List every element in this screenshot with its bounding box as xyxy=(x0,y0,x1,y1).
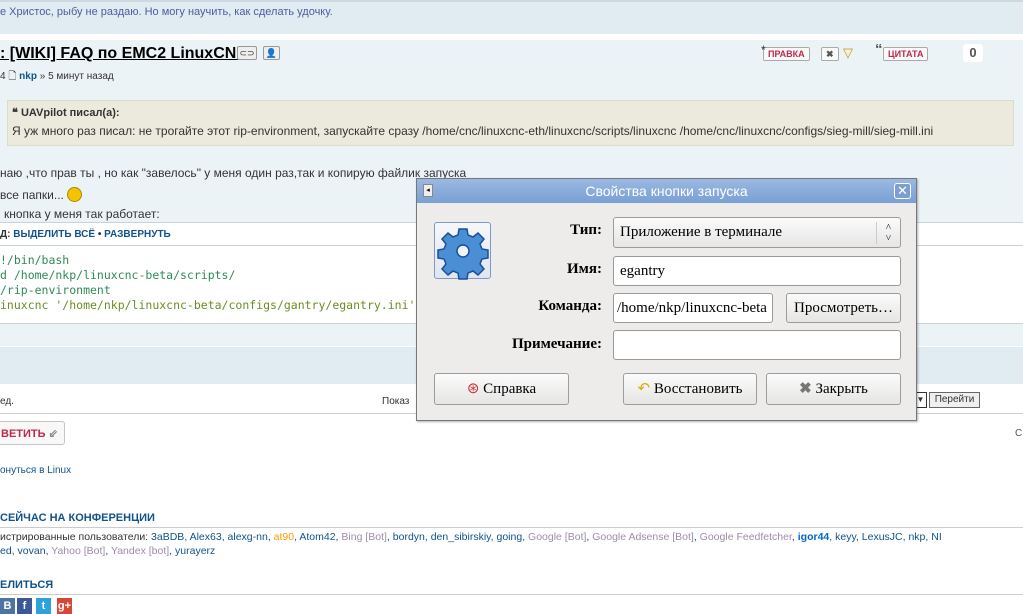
dialog-title: Свойства кнопки запуска xyxy=(585,183,748,199)
code-line: !/bin/bash xyxy=(0,253,70,267)
quote-mark-icon: “ xyxy=(875,41,883,58)
post-meta: 4 🗋 nkp » 5 минут назад xyxy=(0,71,114,82)
online-user-link[interactable]: igor44 xyxy=(798,531,830,543)
online-user-link[interactable]: Atom42 xyxy=(299,531,335,543)
online-user-link[interactable]: keyy xyxy=(835,531,856,543)
online-user-link[interactable]: alexg-nn xyxy=(228,531,268,543)
code-line: /rip-environment xyxy=(0,283,111,297)
revert-button[interactable]: ↶ Восстановить xyxy=(623,373,757,405)
window-menu-icon[interactable]: ◂ xyxy=(423,184,433,197)
post-line: наю ,что прав ты , но как "завелось" у м… xyxy=(0,166,467,180)
online-user-link[interactable]: Bing [Bot] xyxy=(341,531,387,543)
online-user-link[interactable]: Google Feedfetcher xyxy=(700,531,792,543)
online-users-line: истрированные пользователи: 3aBDB, Alex6… xyxy=(0,531,942,543)
help-icon: ⊛ xyxy=(466,381,480,397)
online-user-link[interactable]: den_sibirskiy xyxy=(431,531,491,543)
updown-icon: ˄ ˅ xyxy=(876,222,900,244)
footer-text: ед. xyxy=(0,396,14,407)
command-input[interactable]: /home/nkp/linuxcnc-beta xyxy=(613,293,773,323)
vk-share-icon[interactable]: В xyxy=(0,598,15,614)
return-link[interactable]: онуться в Linux xyxy=(0,465,71,476)
online-user-link[interactable]: yurayerz xyxy=(175,545,215,557)
browse-button[interactable]: Просмотреть… xyxy=(786,293,901,323)
edit-button[interactable]: ПРАВКА xyxy=(763,47,810,61)
expand-link[interactable]: РАЗВЕРНУТЬ xyxy=(104,229,171,240)
window-close-icon[interactable]: ✕ xyxy=(894,183,911,199)
post-line: все папки... xyxy=(0,187,83,202)
quote-mark-icon: ❝ xyxy=(12,107,21,119)
online-heading: СЕЙЧАС НА КОНФЕРЕНЦИИ xyxy=(0,512,155,524)
online-users-line: ed, vovan, Yahoo [Bot], Yandex [bot], yu… xyxy=(0,545,216,557)
launcher-properties-dialog: Свойства кнопки запуска ◂ ✕ Тип: Приложе… xyxy=(416,178,917,421)
user-icon[interactable]: 👤 xyxy=(263,46,280,60)
online-user-link[interactable]: nkp xyxy=(908,531,925,543)
quote-button[interactable]: ЦИТАТА xyxy=(883,47,929,61)
quote-text: Я уж много раз писал: не трогайте этот r… xyxy=(12,124,934,138)
help-button[interactable]: ⊛ Справка xyxy=(434,373,569,405)
online-user-link[interactable]: Yahoo [Bot] xyxy=(51,545,105,557)
comment-label: Примечание: xyxy=(511,336,602,352)
online-user-link[interactable]: at90 xyxy=(274,531,294,543)
online-user-link[interactable]: vovan xyxy=(18,545,46,557)
right-link[interactable]: С xyxy=(1015,428,1022,439)
select-all-link[interactable]: ВЫДЕЛИТЬ ВСЁ xyxy=(13,229,95,240)
dialog-titlebar[interactable]: Свойства кнопки запуска xyxy=(417,179,916,203)
online-user-link[interactable]: 3aBDB xyxy=(151,531,184,543)
post-line: кнопка у меня так работает: xyxy=(4,207,160,221)
online-user-link[interactable]: ed xyxy=(0,545,12,557)
googleplus-share-icon[interactable]: g+ xyxy=(57,598,72,614)
author-link[interactable]: nkp xyxy=(19,71,37,82)
link-icon[interactable]: ⊂⊃ xyxy=(237,46,257,60)
comment-input[interactable] xyxy=(613,330,901,360)
share-heading: ЕЛИТЬСЯ xyxy=(0,579,54,591)
facebook-share-icon[interactable]: f xyxy=(17,598,32,614)
name-label: Имя: xyxy=(567,261,602,277)
code-line: inuxcnc '/home/nkp/linuxcnc-beta/configs… xyxy=(0,298,416,312)
online-user-link[interactable]: Google [Bot] xyxy=(528,531,586,543)
post-icon: 🗋 xyxy=(8,71,17,82)
online-user-link[interactable]: Alex63 xyxy=(190,531,222,543)
command-label: Команда: xyxy=(538,298,602,314)
show-label: Показ xyxy=(382,396,410,407)
online-user-link[interactable]: bordyn xyxy=(393,531,425,543)
twitter-share-icon[interactable]: t xyxy=(36,598,51,614)
close-button[interactable]: ✖ Закрыть xyxy=(766,373,901,405)
revert-icon: ↶ xyxy=(637,381,651,397)
report-icon[interactable]: ▽ xyxy=(843,45,853,61)
delete-icon[interactable]: ✖ xyxy=(821,47,839,61)
asterisk-icon: * xyxy=(761,43,766,57)
divider xyxy=(0,594,1023,595)
code-line: d /home/nkp/linuxcnc-beta/scripts/ xyxy=(0,268,236,282)
quote-box xyxy=(7,100,1014,146)
online-user-link[interactable]: Google Adsense [Bot] xyxy=(592,531,694,543)
post-score: 0 xyxy=(963,44,983,62)
divider xyxy=(0,527,1023,528)
code-header: Д: ВЫДЕЛИТЬ ВСЁ • РАЗВЕРНУТЬ xyxy=(0,229,171,240)
name-input[interactable]: egantry xyxy=(613,256,901,286)
online-user-link[interactable]: NI xyxy=(931,531,942,543)
quote-author: ❝ UAVpilot писал(а): xyxy=(12,107,120,119)
close-icon: ✖ xyxy=(799,381,812,397)
go-button[interactable]: Перейти xyxy=(929,392,980,408)
smiley-icon xyxy=(67,187,83,202)
post-title[interactable]: : [WIKI] FAQ по EMC2 LinuxCNC xyxy=(0,45,248,63)
signature-text: е Христос, рыбу не раздаю. Но могу научи… xyxy=(0,6,333,18)
type-label: Тип: xyxy=(570,222,602,238)
type-select[interactable]: Приложение в терминале ˄ ˅ xyxy=(613,217,901,248)
reply-button[interactable]: ВЕТИТЬ ⇙ xyxy=(0,421,65,445)
online-user-link[interactable]: going xyxy=(496,531,522,543)
online-user-link[interactable]: Yandex [bot] xyxy=(111,545,169,557)
online-user-link[interactable]: LexusJC xyxy=(862,531,903,543)
